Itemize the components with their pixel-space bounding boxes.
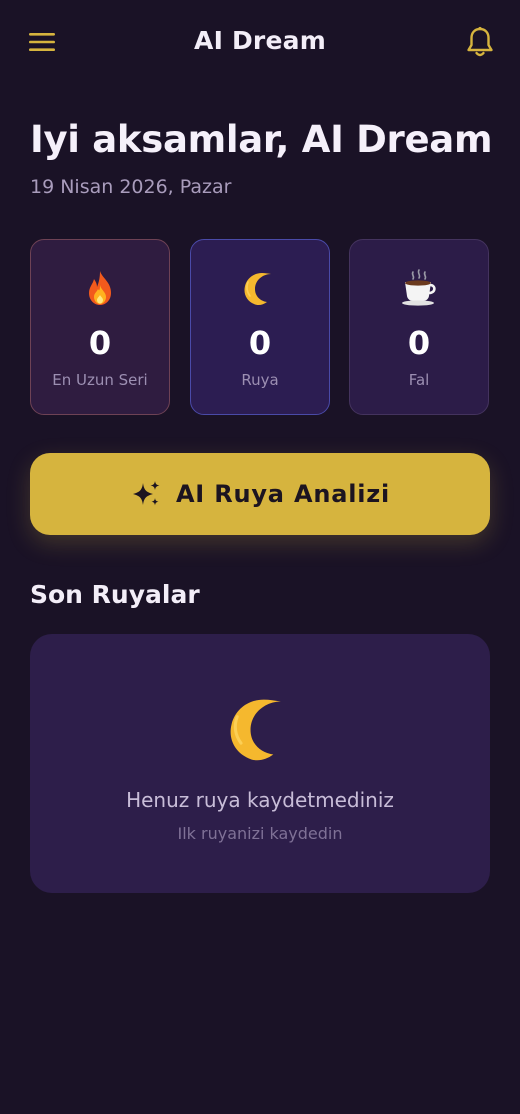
app-title: AI Dream (194, 26, 326, 55)
stat-value: 0 (88, 324, 112, 362)
stat-value: 0 (248, 324, 272, 362)
coffee-cup-icon (350, 268, 488, 308)
empty-state-title: Henuz ruya kaydetmediniz (126, 788, 394, 812)
ai-dream-analysis-button[interactable]: AI Ruya Analizi (30, 453, 490, 535)
stat-value: 0 (407, 324, 431, 362)
current-date: 19 Nisan 2026, Pazar (30, 176, 232, 198)
app-bar: AI Dream (0, 0, 520, 84)
empty-state-subtitle: Ilk ruyanizi kaydedin (177, 824, 343, 843)
crescent-moon-icon (191, 268, 329, 308)
stat-card-dreams[interactable]: 0 Ruya (190, 239, 330, 415)
crescent-moon-icon (30, 690, 490, 766)
fire-icon (31, 268, 169, 308)
stat-label: En Uzun Seri (52, 371, 148, 389)
ai-dream-analysis-label: AI Ruya Analizi (175, 480, 391, 508)
stat-card-fortune[interactable]: 0 Fal (349, 239, 489, 415)
stat-card-longest-streak[interactable]: 0 En Uzun Seri (30, 239, 170, 415)
stat-label: Fal (408, 371, 430, 389)
recent-dreams-title: Son Ruyalar (30, 580, 200, 609)
bell-icon[interactable] (460, 22, 500, 62)
recent-dreams-empty-state: Henuz ruya kaydetmediniz Ilk ruyanizi ka… (30, 634, 490, 893)
greeting-title: Iyi aksamlar, AI Dream (30, 118, 493, 161)
stat-label: Ruya (241, 371, 279, 389)
sparkles-icon (130, 479, 162, 509)
